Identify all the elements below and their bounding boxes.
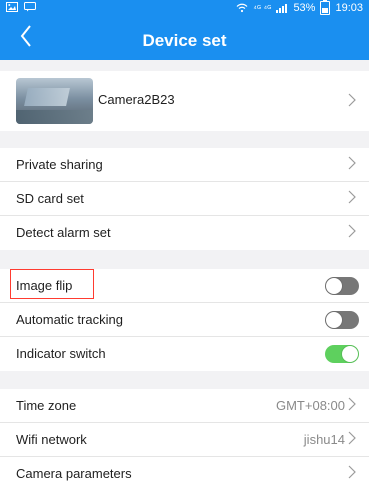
network-indicator: ⁴ᴳ ⁴ᴳ: [253, 3, 272, 13]
status-bar: ⁴ᴳ ⁴ᴳ 53% 19:03: [0, 0, 369, 16]
clock: 19:03: [335, 2, 363, 14]
image-icon: [6, 2, 18, 12]
camera-row[interactable]: Camera2B23: [0, 71, 369, 131]
chevron-right-icon: [345, 465, 359, 479]
chevron-right-icon: [345, 224, 359, 238]
time-zone-label: Time zone: [16, 398, 77, 413]
camera-parameters-row[interactable]: Camera parameters: [0, 457, 369, 491]
section-gap: [0, 60, 369, 71]
status-left: [6, 2, 36, 12]
image-flip-toggle[interactable]: [325, 277, 359, 295]
page-title: Device set: [142, 31, 227, 50]
indicator-switch-toggle[interactable]: [325, 345, 359, 363]
section-gap: [0, 131, 369, 148]
wifi-icon: [236, 3, 248, 13]
image-flip-label: Image flip: [16, 278, 73, 293]
automatic-tracking-label: Automatic tracking: [16, 312, 123, 327]
detect-alarm-set-label: Detect alarm set: [16, 225, 111, 240]
wifi-network-label: Wifi network: [16, 432, 87, 447]
private-sharing-row[interactable]: Private sharing: [0, 148, 369, 182]
indicator-switch-row[interactable]: Indicator switch: [0, 337, 369, 371]
image-flip-row[interactable]: Image flip: [0, 269, 369, 303]
chevron-right-icon: [345, 190, 359, 204]
chevron-right-icon: [345, 156, 359, 170]
automatic-tracking-toggle[interactable]: [325, 311, 359, 329]
signal-icon: [276, 3, 288, 13]
section-gap: [0, 250, 369, 269]
message-icon: [24, 2, 36, 12]
private-sharing-label: Private sharing: [16, 157, 103, 172]
camera-section: Camera2B23: [0, 71, 369, 131]
settings-section-2: Image flip Automatic tracking Indicator …: [0, 269, 369, 371]
app-header: ⁴ᴳ ⁴ᴳ 53% 19:03 Device set: [0, 0, 369, 60]
chevron-right-icon: [345, 431, 359, 445]
chevron-right-icon: [345, 397, 359, 411]
battery-icon: [320, 0, 331, 15]
section-gap: [0, 371, 369, 389]
battery-percent: 53%: [293, 2, 316, 14]
sd-card-set-label: SD card set: [16, 191, 84, 206]
camera-name: Camera2B23: [98, 92, 175, 107]
indicator-switch-label: Indicator switch: [16, 346, 106, 361]
settings-section-3: Time zone GMT+08:00 Wifi network jishu14…: [0, 389, 369, 492]
automatic-tracking-row[interactable]: Automatic tracking: [0, 303, 369, 337]
wifi-network-row[interactable]: Wifi network jishu14: [0, 423, 369, 457]
time-zone-value: GMT+08:00: [275, 398, 345, 413]
time-zone-row[interactable]: Time zone GMT+08:00: [0, 389, 369, 423]
chevron-right-icon: [345, 93, 359, 107]
camera-parameters-label: Camera parameters: [16, 466, 132, 481]
status-right: ⁴ᴳ ⁴ᴳ 53% 19:03: [236, 0, 363, 15]
settings-section-1: Private sharing SD card set Detect alarm…: [0, 148, 369, 250]
sd-card-set-row[interactable]: SD card set: [0, 182, 369, 216]
camera-thumbnail: [16, 78, 93, 124]
wifi-network-value: jishu14: [303, 432, 345, 447]
navigation-bar: Device set: [0, 22, 369, 60]
detect-alarm-set-row[interactable]: Detect alarm set: [0, 216, 369, 250]
